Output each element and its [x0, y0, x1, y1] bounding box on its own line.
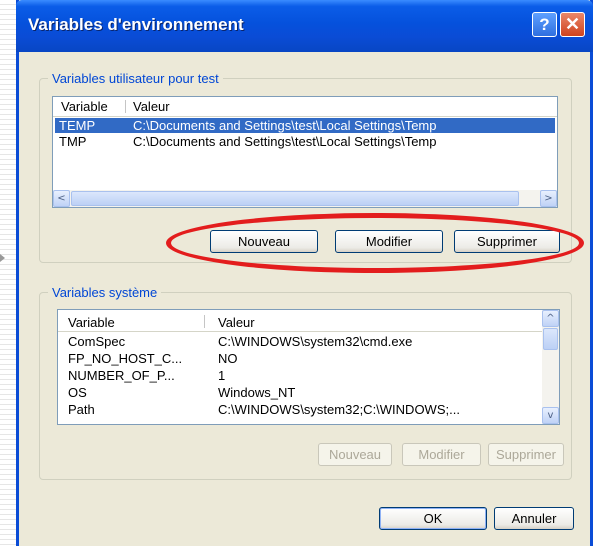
- list-header: Variable Valeur: [58, 310, 542, 332]
- system-variables-group: Variables système Variable Valeur ComSpe…: [39, 285, 572, 480]
- row-variable: OS: [68, 385, 87, 400]
- system-delete-button[interactable]: Supprimer: [488, 443, 564, 466]
- dialog-window: Variables d'environnement ? ✕ Variables …: [16, 0, 593, 546]
- horizontal-scrollbar[interactable]: < >: [53, 190, 557, 207]
- user-variables-list[interactable]: Variable Valeur TEMP C:\Documents and Se…: [52, 96, 558, 208]
- user-delete-button[interactable]: Supprimer: [454, 230, 560, 253]
- help-button[interactable]: ?: [532, 12, 557, 37]
- user-variables-label: Variables utilisateur pour test: [48, 71, 223, 86]
- vertical-scrollbar[interactable]: ^ v: [542, 310, 559, 424]
- scroll-thumb[interactable]: [543, 328, 558, 350]
- scroll-up-button[interactable]: ^: [542, 310, 559, 327]
- title-bar[interactable]: Variables d'environnement ? ✕: [16, 0, 593, 52]
- list-item[interactable]: NUMBER_OF_P... 1: [60, 368, 540, 383]
- user-edit-button[interactable]: Modifier: [335, 230, 443, 253]
- row-variable: Path: [68, 402, 95, 417]
- page-background: [0, 0, 16, 546]
- row-value: Windows_NT: [218, 385, 296, 400]
- scroll-left-button[interactable]: <: [53, 190, 70, 207]
- list-item[interactable]: OS Windows_NT: [60, 385, 540, 400]
- list-item[interactable]: FP_NO_HOST_C... NO: [60, 351, 540, 366]
- row-value: C:\WINDOWS\system32\cmd.exe: [218, 334, 413, 349]
- column-header-value[interactable]: Valeur: [218, 315, 255, 330]
- row-value: C:\Documents and Settings\test\Local Set…: [133, 118, 437, 133]
- system-edit-button[interactable]: Modifier: [402, 443, 481, 466]
- row-value: 1: [218, 368, 226, 383]
- ok-button[interactable]: OK: [379, 507, 487, 530]
- row-variable: FP_NO_HOST_C...: [68, 351, 183, 366]
- close-button[interactable]: ✕: [560, 12, 585, 37]
- user-new-button[interactable]: Nouveau: [210, 230, 318, 253]
- scroll-thumb[interactable]: [71, 191, 519, 206]
- list-item[interactable]: TMP C:\Documents and Settings\test\Local…: [55, 134, 555, 149]
- window-title: Variables d'environnement: [28, 15, 244, 34]
- scroll-right-button[interactable]: >: [540, 190, 557, 207]
- list-header: Variable Valeur: [53, 97, 557, 117]
- cancel-button[interactable]: Annuler: [494, 507, 574, 530]
- row-variable: TEMP: [59, 118, 96, 133]
- column-header-value[interactable]: Valeur: [133, 99, 170, 114]
- page-arrow-icon: [0, 254, 5, 262]
- row-variable: ComSpec: [68, 334, 126, 349]
- user-variables-group: Variables utilisateur pour test Variable…: [39, 71, 572, 263]
- column-header-variable[interactable]: Variable: [68, 315, 115, 330]
- scroll-down-button[interactable]: v: [542, 407, 559, 424]
- list-item[interactable]: ComSpec C:\WINDOWS\system32\cmd.exe: [60, 334, 540, 349]
- row-variable: TMP: [59, 134, 87, 149]
- system-variables-label: Variables système: [48, 285, 162, 300]
- system-variables-list[interactable]: Variable Valeur ComSpec C:\WINDOWS\syste…: [57, 309, 560, 425]
- system-new-button[interactable]: Nouveau: [318, 443, 392, 466]
- list-item[interactable]: Path C:\WINDOWS\system32;C:\WINDOWS;...: [60, 402, 540, 417]
- row-variable: NUMBER_OF_P...: [68, 368, 175, 383]
- row-value: NO: [218, 351, 238, 366]
- list-item[interactable]: TEMP C:\Documents and Settings\test\Loca…: [55, 118, 555, 133]
- column-header-variable[interactable]: Variable: [61, 99, 108, 114]
- row-value: C:\WINDOWS\system32;C:\WINDOWS;...: [218, 402, 460, 417]
- row-value: C:\Documents and Settings\test\Local Set…: [133, 134, 437, 149]
